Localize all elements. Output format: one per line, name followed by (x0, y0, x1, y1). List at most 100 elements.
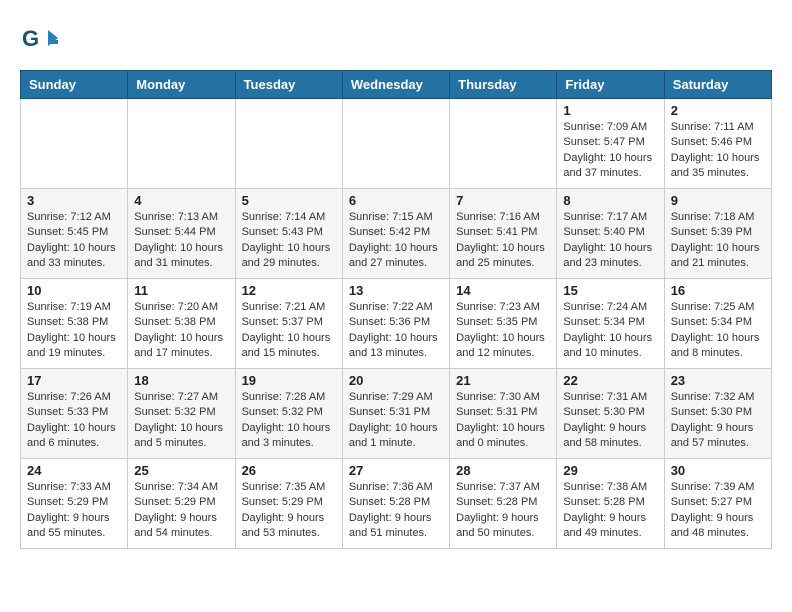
calendar-cell (450, 99, 557, 189)
week-row-1: 3 Sunrise: 7:12 AMSunset: 5:45 PMDaylight… (21, 189, 772, 279)
calendar-cell: 16Sunrise: 7:25 AMSunset: 5:34 PMDayligh… (664, 279, 771, 369)
day-info: Sunrise: 7:39 AMSunset: 5:27 PMDaylight:… (671, 480, 765, 542)
daylight-text: Daylight: 10 hours and 6 minutes. (27, 422, 116, 449)
day-info: Sunrise: 7:12 AMSunset: 5:45 PMDaylight:… (27, 210, 121, 272)
calendar-cell: 5 Sunrise: 7:14 AMSunset: 5:43 PMDaylight… (235, 189, 342, 279)
calendar-cell: 22Sunrise: 7:31 AMSunset: 5:30 PMDayligh… (557, 369, 664, 459)
day-info: Sunrise: 7:29 AMSunset: 5:31 PMDaylight:… (349, 390, 443, 452)
weekday-header-tuesday: Tuesday (235, 71, 342, 99)
sunset-text: Sunset: 5:28 PM (349, 496, 430, 508)
sunset-text: Sunset: 5:42 PM (349, 226, 430, 238)
day-info: Sunrise: 7:27 AMSunset: 5:32 PMDaylight:… (134, 390, 228, 452)
sunset-text: Sunset: 5:29 PM (27, 496, 108, 508)
day-info: Sunrise: 7:31 AMSunset: 5:30 PMDaylight:… (563, 390, 657, 452)
sunrise-text: Sunrise: 7:39 AM (671, 481, 755, 493)
sunset-text: Sunset: 5:41 PM (456, 226, 537, 238)
day-info: Sunrise: 7:37 AMSunset: 5:28 PMDaylight:… (456, 480, 550, 542)
sunset-text: Sunset: 5:40 PM (563, 226, 644, 238)
calendar-cell: 24 Sunrise: 7:33 AM Sunset: 5:29 PM Dayligh… (21, 459, 128, 549)
sunrise-text: Sunrise: 7:14 AM (242, 211, 326, 223)
day-info: Sunrise: 7:33 AM Sunset: 5:29 PM Daylight:… (27, 480, 121, 542)
calendar-cell (21, 99, 128, 189)
day-number: 28 (456, 463, 550, 478)
sunrise-text: Sunrise: 7:19 AM (27, 301, 111, 313)
sunrise-text: Sunrise: 7:23 AM (456, 301, 540, 313)
day-info: Sunrise: 7:20 AMSunset: 5:38 PMDaylight:… (134, 300, 228, 362)
day-info: Sunrise: 7:23 AMSunset: 5:35 PMDaylight:… (456, 300, 550, 362)
day-info: Sunrise: 7:28 AMSunset: 5:32 PMDaylight:… (242, 390, 336, 452)
daylight-text: Daylight: 10 hours and 33 minutes. (27, 242, 116, 269)
calendar-cell: 1Sunrise: 7:09 AMSunset: 5:47 PMDaylight… (557, 99, 664, 189)
sunset-text: Sunset: 5:44 PM (134, 226, 215, 238)
calendar-cell: 4Sunrise: 7:13 AMSunset: 5:44 PMDaylight… (128, 189, 235, 279)
sunrise-text: Sunrise: 7:17 AM (563, 211, 647, 223)
sunset-text: Sunset: 5:29 PM (242, 496, 323, 508)
day-number: 20 (349, 373, 443, 388)
day-number: 7 (456, 193, 550, 208)
daylight-text: Daylight: 10 hours and 31 minutes. (134, 242, 223, 269)
calendar-cell: 14Sunrise: 7:23 AMSunset: 5:35 PMDayligh… (450, 279, 557, 369)
day-info: Sunrise: 7:32 AMSunset: 5:30 PMDaylight:… (671, 390, 765, 452)
sunrise-text: Sunrise: 7:27 AM (134, 391, 218, 403)
day-info: Sunrise: 7:13 AMSunset: 5:44 PMDaylight:… (134, 210, 228, 272)
sunset-text: Sunset: 5:47 PM (563, 136, 644, 148)
sunrise-text: Sunrise: 7:09 AM (563, 121, 647, 133)
calendar-cell (235, 99, 342, 189)
sunset-text: Sunset: 5:31 PM (349, 406, 430, 418)
daylight-text: Daylight: 9 hours and 54 minutes. (134, 512, 217, 539)
day-number: 5 (242, 193, 336, 208)
calendar-cell: 26Sunrise: 7:35 AMSunset: 5:29 PMDayligh… (235, 459, 342, 549)
day-number: 27 (349, 463, 443, 478)
day-number: 11 (134, 283, 228, 298)
calendar-cell: 19Sunrise: 7:28 AMSunset: 5:32 PMDayligh… (235, 369, 342, 459)
sunrise-text: Sunrise: 7:24 AM (563, 301, 647, 313)
day-info: Sunrise: 7:16 AMSunset: 5:41 PMDaylight:… (456, 210, 550, 272)
day-number: 1 (563, 103, 657, 118)
weekday-header-thursday: Thursday (450, 71, 557, 99)
sunset-text: Sunset: 5:28 PM (563, 496, 644, 508)
day-info: Sunrise: 7:21 AMSunset: 5:37 PMDaylight:… (242, 300, 336, 362)
day-info: Sunrise: 7:11 AMSunset: 5:46 PMDaylight:… (671, 120, 765, 182)
sunrise-text: Sunrise: 7:11 AM (671, 121, 754, 133)
week-row-3: 17Sunrise: 7:26 AMSunset: 5:33 PMDayligh… (21, 369, 772, 459)
weekday-header-monday: Monday (128, 71, 235, 99)
daylight-text: Daylight: 10 hours and 12 minutes. (456, 332, 545, 359)
calendar-cell: 25Sunrise: 7:34 AMSunset: 5:29 PMDayligh… (128, 459, 235, 549)
sunset-text: Sunset: 5:39 PM (671, 226, 752, 238)
day-number: 2 (671, 103, 765, 118)
sunrise-text: Sunrise: 7:35 AM (242, 481, 326, 493)
day-number: 24 (27, 463, 121, 478)
sunset-text: Sunset: 5:46 PM (671, 136, 752, 148)
day-number: 12 (242, 283, 336, 298)
weekday-header-friday: Friday (557, 71, 664, 99)
daylight-text: Daylight: 9 hours and 53 minutes. (242, 512, 325, 539)
sunset-text: Sunset: 5:30 PM (563, 406, 644, 418)
day-info: Sunrise: 7:38 AMSunset: 5:28 PMDaylight:… (563, 480, 657, 542)
sunrise-text: Sunrise: 7:22 AM (349, 301, 433, 313)
day-info: Sunrise: 7:30 AMSunset: 5:31 PMDaylight:… (456, 390, 550, 452)
calendar-cell: 12 Sunrise: 7:21 AMSunset: 5:37 PMDayligh… (235, 279, 342, 369)
sunrise-text: Sunrise: 7:34 AM (134, 481, 218, 493)
sunrise-text: Sunrise: 7:15 AM (349, 211, 433, 223)
day-info: Sunrise: 7:14 AMSunset: 5:43 PMDaylight:… (242, 210, 336, 272)
calendar-cell: 11 Sunrise: 7:20 AMSunset: 5:38 PMDayligh… (128, 279, 235, 369)
day-info: Sunrise: 7:22 AMSunset: 5:36 PMDaylight:… (349, 300, 443, 362)
week-row-0: 1Sunrise: 7:09 AMSunset: 5:47 PMDaylight… (21, 99, 772, 189)
day-number: 17 (27, 373, 121, 388)
sunrise-text: Sunrise: 7:30 AM (456, 391, 540, 403)
sunrise-text: Sunrise: 7:31 AM (563, 391, 647, 403)
weekday-header-wednesday: Wednesday (342, 71, 449, 99)
calendar-cell: 15Sunrise: 7:24 AMSunset: 5:34 PMDayligh… (557, 279, 664, 369)
sunrise-text: Sunrise: 7:33 AM (27, 481, 111, 493)
sunrise-text: Sunrise: 7:21 AM (242, 301, 326, 313)
day-info: Sunrise: 7:17 AMSunset: 5:40 PMDaylight:… (563, 210, 657, 272)
daylight-text: Daylight: 9 hours and 49 minutes. (563, 512, 646, 539)
sunrise-text: Sunrise: 7:26 AM (27, 391, 111, 403)
calendar-cell: 23Sunrise: 7:32 AMSunset: 5:30 PMDayligh… (664, 369, 771, 459)
daylight-text: Daylight: 9 hours and 55 minutes. (27, 512, 110, 539)
weekday-header-row: SundayMondayTuesdayWednesdayThursdayFrid… (21, 71, 772, 99)
day-number: 3 (27, 193, 121, 208)
day-number: 22 (563, 373, 657, 388)
calendar-cell (128, 99, 235, 189)
week-row-2: 10Sunrise: 7:19 AMSunset: 5:38 PMDayligh… (21, 279, 772, 369)
